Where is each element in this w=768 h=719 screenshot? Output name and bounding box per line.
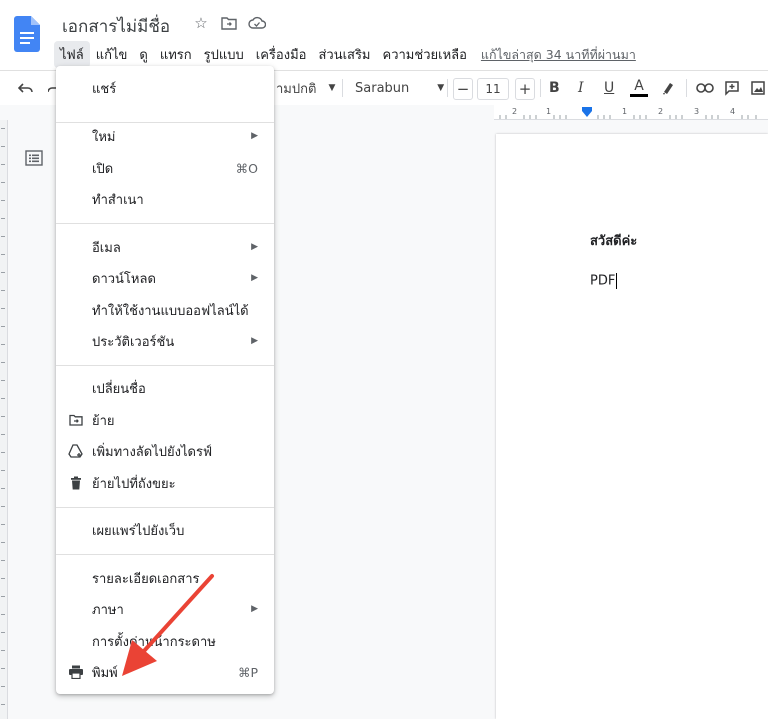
annotation-arrow (122, 574, 214, 676)
